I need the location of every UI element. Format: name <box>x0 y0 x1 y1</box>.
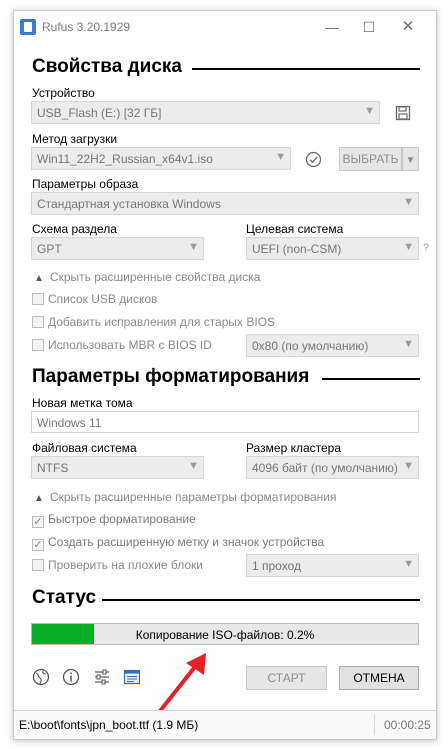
passes-value: 1 проход <box>252 559 301 573</box>
device-value: USB_Flash (E:) [32 ГБ] <box>37 106 162 120</box>
advanced-format-toggle-label: Скрыть расширенные параметры форматирова… <box>49 490 337 504</box>
target-system-value: UEFI (non-CSM) <box>252 242 342 256</box>
image-option-value: Стандартная установка Windows <box>37 197 221 211</box>
checkbox-box <box>32 339 44 351</box>
chevron-down-icon: ▼ <box>403 558 414 570</box>
file-system-value: NTFS <box>37 461 69 475</box>
check-circle-icon[interactable] <box>305 151 322 168</box>
extended-label-label: Создать расширенную метку и значок устро… <box>48 535 325 549</box>
checkbox-checked: ✓ <box>32 516 44 528</box>
log-icon[interactable] <box>123 668 141 686</box>
partition-scheme-value: GPT <box>37 242 62 256</box>
save-icon[interactable] <box>395 105 411 121</box>
quick-format-label: Быстрое форматирование <box>48 512 196 526</box>
checkbox-checked: ✓ <box>32 539 44 551</box>
chevron-up-icon: ▲ <box>34 273 44 284</box>
maximize-button[interactable]: ☐ <box>359 17 379 37</box>
advanced-drive-toggle-label: Скрыть расширенные свойства диска <box>49 270 261 284</box>
old-bios-checkbox[interactable]: Добавить исправления для старых BIOS <box>32 315 275 329</box>
title-bar: Rufus 3.20.1929 — ☐ ✕ <box>14 11 436 43</box>
start-button[interactable]: СТАРТ <box>246 666 327 690</box>
help-icon[interactable]: ? <box>423 242 429 254</box>
checkbox-box <box>32 559 44 571</box>
target-system-select[interactable]: UEFI (non-CSM) ▼ <box>246 237 419 260</box>
settings-sliders-icon[interactable] <box>93 668 111 686</box>
status-heading: Статус <box>32 587 97 608</box>
rufus-app-icon <box>20 19 36 35</box>
chevron-down-icon: ▼ <box>405 155 416 166</box>
heading-divider <box>322 378 420 380</box>
target-system-label: Целевая система <box>246 222 344 236</box>
list-usb-checkbox[interactable]: Список USB дисков <box>32 292 157 306</box>
select-button[interactable]: ВЫБРАТЬ <box>339 147 402 171</box>
boot-method-value: Win11_22H2_Russian_x64v1.iso <box>37 152 213 166</box>
boot-method-select[interactable]: Win11_22H2_Russian_x64v1.iso ▼ <box>31 147 291 170</box>
chevron-down-icon: ▼ <box>403 460 414 472</box>
image-option-label: Параметры образа <box>32 177 139 191</box>
cluster-size-select[interactable]: 4096 байт (по умолчанию) ▼ <box>246 456 419 479</box>
old-bios-label: Добавить исправления для старых BIOS <box>48 315 276 329</box>
extended-label-checkbox[interactable]: ✓ Создать расширенную метку и значок устр… <box>32 535 324 551</box>
status-file-text: E:\boot\fonts\jpn_boot.ttf (1.9 МБ) <box>19 718 199 732</box>
chevron-down-icon: ▼ <box>403 241 414 253</box>
rufus-window: Rufus 3.20.1929 — ☐ ✕ Свойства диска Уст… <box>13 10 437 740</box>
checkbox-box <box>32 316 44 328</box>
chevron-down-icon: ▼ <box>364 105 375 117</box>
quick-format-checkbox[interactable]: ✓ Быстрое форматирование <box>32 512 196 528</box>
heading-divider <box>102 599 420 601</box>
status-separator <box>374 715 375 735</box>
annotation-arrow-icon <box>154 651 214 716</box>
passes-select[interactable]: 1 проход ▼ <box>246 554 419 577</box>
chevron-down-icon: ▼ <box>275 151 286 163</box>
progress-bar: Копирование ISO-файлов: 0.2% <box>31 623 419 645</box>
chevron-down-icon: ▼ <box>403 196 414 208</box>
bios-id-value: 0x80 (по умолчанию) <box>252 339 369 353</box>
window-title: Rufus 3.20.1929 <box>42 20 131 34</box>
globe-icon[interactable] <box>32 668 50 686</box>
checkbox-box <box>32 293 44 305</box>
close-button[interactable]: ✕ <box>398 17 418 37</box>
chevron-down-icon: ▼ <box>403 338 414 350</box>
bad-blocks-label: Проверить на плохие блоки <box>48 558 203 572</box>
cluster-size-value: 4096 байт (по умолчанию) <box>252 461 398 475</box>
device-select[interactable]: USB_Flash (E:) [32 ГБ] ▼ <box>31 101 380 124</box>
volume-label-input[interactable]: Windows 11 <box>31 411 419 433</box>
chevron-down-icon: ▼ <box>188 241 199 253</box>
bad-blocks-checkbox[interactable]: Проверить на плохие блоки <box>32 558 203 572</box>
minimize-button[interactable]: — <box>322 17 342 37</box>
partition-scheme-select[interactable]: GPT ▼ <box>31 237 204 260</box>
heading-divider <box>192 68 420 70</box>
select-dropdown-button[interactable]: ▼ <box>402 147 419 171</box>
chevron-up-icon: ▲ <box>34 493 44 504</box>
format-options-heading: Параметры форматирования <box>32 366 310 387</box>
cluster-size-label: Размер кластера <box>246 441 342 455</box>
volume-label-label: Новая метка тома <box>32 396 133 410</box>
advanced-format-toggle[interactable]: ▲ Скрыть расширенные параметры форматиров… <box>34 490 336 504</box>
device-label: Устройство <box>32 86 95 100</box>
boot-method-label: Метод загрузки <box>32 132 118 146</box>
list-usb-label: Список USB дисков <box>48 292 158 306</box>
bios-id-select[interactable]: 0x80 (по умолчанию) ▼ <box>246 334 419 357</box>
chevron-down-icon: ▼ <box>188 460 199 472</box>
progress-text: Копирование ISO-файлов: 0.2% <box>135 628 315 642</box>
status-bar: E:\boot\fonts\jpn_boot.ttf (1.9 МБ) 00:0… <box>14 710 436 739</box>
drive-properties-heading: Свойства диска <box>32 56 182 77</box>
info-icon[interactable] <box>62 668 80 686</box>
use-mbr-label: Использовать MBR с BIOS ID <box>48 338 212 352</box>
image-option-select[interactable]: Стандартная установка Windows ▼ <box>31 192 419 215</box>
elapsed-timer: 00:00:25 <box>384 718 431 732</box>
file-system-label: Файловая система <box>32 441 137 455</box>
advanced-drive-toggle[interactable]: ▲ Скрыть расширенные свойства диска <box>34 270 260 284</box>
file-system-select[interactable]: NTFS ▼ <box>31 456 204 479</box>
use-mbr-checkbox[interactable]: Использовать MBR с BIOS ID <box>32 338 212 352</box>
partition-scheme-label: Схема раздела <box>32 222 117 236</box>
cancel-button[interactable]: ОТМЕНА <box>339 666 419 690</box>
